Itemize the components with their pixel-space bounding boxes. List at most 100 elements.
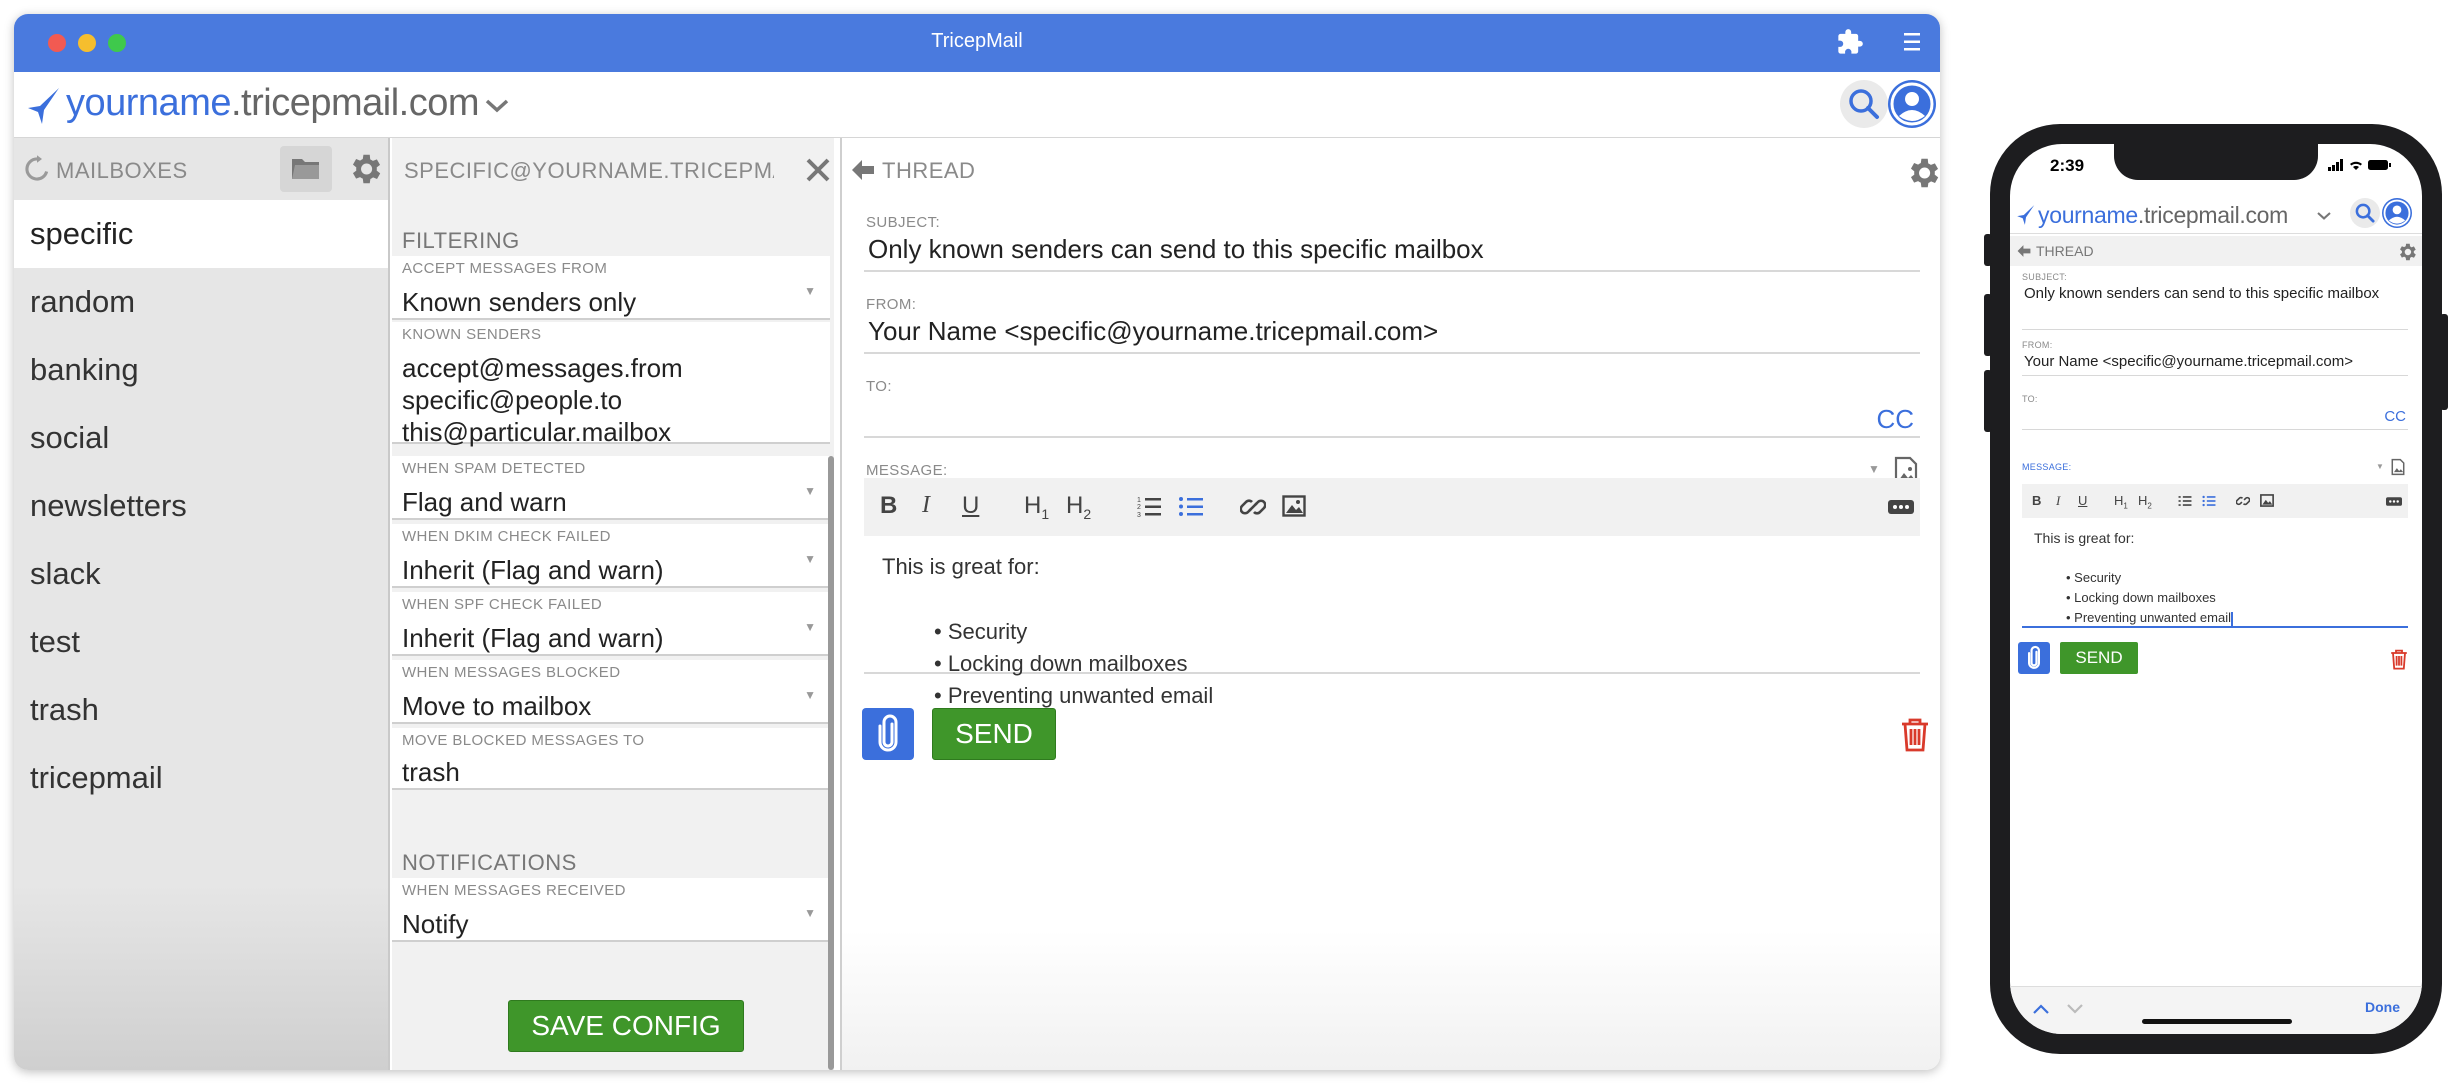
mailbox-item[interactable]: test — [14, 608, 388, 676]
ordered-list-icon[interactable]: 123 — [1136, 494, 1162, 520]
app-window: TricepMail yourname.tricepmail.com MAILB… — [14, 14, 1940, 1070]
domain-user: yourname — [66, 82, 231, 124]
image-icon[interactable] — [2260, 494, 2274, 507]
dropdown-caret-icon[interactable]: ▼ — [2376, 462, 2384, 471]
subject-field[interactable]: SUBJECT: Only known senders can send to … — [864, 214, 1920, 272]
domain-selector[interactable]: yourname.tricepmail.com — [2038, 202, 2288, 229]
chevron-down-icon[interactable] — [2316, 210, 2332, 222]
domain-selector[interactable]: yourname.tricepmail.com — [66, 82, 479, 125]
editor-toolbar: B I U H1 H2 123 — [864, 478, 1920, 536]
heading2-button[interactable]: H2 — [1066, 492, 1091, 522]
dropdown-caret-icon: ▼ — [804, 906, 816, 920]
svg-text:2: 2 — [1137, 504, 1141, 511]
menu-icon[interactable] — [1900, 28, 1924, 61]
mailbox-item[interactable]: social — [14, 404, 388, 472]
to-field[interactable]: TO: CC — [864, 378, 1920, 438]
mailbox-item[interactable]: specific — [14, 200, 388, 268]
heading1-button[interactable]: H1 — [1024, 492, 1049, 522]
paperclip-icon — [878, 714, 898, 752]
heading1-button[interactable]: H1 — [2114, 493, 2128, 511]
puzzle-icon[interactable] — [1836, 28, 1864, 61]
thread-header: THREAD — [2036, 243, 2094, 259]
dropdown-caret-icon[interactable]: ▼ — [1868, 462, 1880, 476]
config-scrollbar[interactable] — [828, 456, 834, 1070]
signal-wifi-battery-icon — [2328, 159, 2391, 171]
mailbox-item[interactable]: random — [14, 268, 388, 336]
gear-icon[interactable] — [346, 150, 384, 188]
link-icon[interactable] — [1240, 494, 1266, 520]
mailbox-item[interactable]: slack — [14, 540, 388, 608]
more-icon[interactable] — [1888, 500, 1914, 514]
cc-link[interactable]: CC — [2384, 408, 2406, 425]
mailbox-item[interactable]: banking — [14, 336, 388, 404]
save-config-button[interactable]: SAVE CONFIG — [508, 1000, 744, 1052]
blocked-destination-field[interactable]: MOVE BLOCKED MESSAGES TO trash — [392, 728, 830, 790]
bullet-list-icon[interactable] — [2202, 494, 2216, 508]
cc-link[interactable]: CC — [1876, 404, 1914, 435]
trash-icon[interactable] — [1900, 716, 1930, 752]
dkim-action-select[interactable]: WHEN DKIM CHECK FAILED Inherit (Flag and… — [392, 524, 830, 588]
underline-button[interactable]: U — [2078, 493, 2087, 508]
mailbox-config-panel: SPECIFIC@YOURNAME.TRICEPMA FILTERING ACC… — [392, 138, 834, 1070]
bullet-list-icon[interactable] — [1178, 494, 1204, 520]
heading2-button[interactable]: H2 — [2138, 493, 2152, 511]
spam-action-select[interactable]: WHEN SPAM DETECTED Flag and warn ▼ — [392, 456, 830, 520]
back-arrow-icon[interactable] — [2016, 244, 2032, 258]
mailbox-item[interactable]: trash — [14, 676, 388, 744]
mailbox-item[interactable]: newsletters — [14, 472, 388, 540]
config-header: SPECIFIC@YOURNAME.TRICEPMA — [404, 158, 774, 183]
svg-text:1: 1 — [1137, 497, 1141, 504]
back-arrow-icon[interactable] — [850, 158, 876, 182]
chevron-down-icon[interactable] — [484, 96, 510, 121]
bold-button[interactable]: B — [880, 492, 897, 520]
dropdown-caret-icon: ▼ — [804, 284, 816, 298]
italic-button[interactable]: I — [922, 492, 930, 519]
search-button[interactable] — [1840, 80, 1888, 128]
image-icon[interactable] — [1282, 495, 1306, 517]
dropdown-caret-icon: ▼ — [804, 552, 816, 566]
blocked-action-select[interactable]: WHEN MESSAGES BLOCKED Move to mailbox ▼ — [392, 660, 830, 724]
ordered-list-icon[interactable] — [2178, 494, 2192, 508]
search-icon — [1849, 89, 1879, 119]
trash-icon[interactable] — [2390, 648, 2408, 670]
message-editor[interactable]: This is great for: • Security • Locking … — [2022, 518, 2408, 628]
close-icon[interactable] — [804, 156, 832, 184]
italic-button[interactable]: I — [2056, 493, 2060, 509]
list-item: • Locking down mailboxes — [934, 651, 1188, 676]
underline-button[interactable]: U — [962, 492, 979, 520]
bold-button[interactable]: B — [2032, 493, 2041, 508]
from-field[interactable]: FROM: Your Name <specific@yourname.trice… — [2022, 340, 2408, 376]
send-button[interactable]: SEND — [2060, 642, 2138, 674]
more-icon[interactable] — [2386, 497, 2402, 506]
search-button[interactable] — [2350, 198, 2380, 228]
send-button[interactable]: SEND — [932, 708, 1056, 760]
insert-image-icon[interactable] — [2390, 458, 2406, 476]
avatar[interactable] — [1888, 80, 1936, 128]
link-icon[interactable] — [2236, 494, 2250, 508]
subject-field[interactable]: SUBJECT: Only known senders can send to … — [2022, 272, 2408, 330]
gear-icon[interactable] — [2396, 241, 2418, 263]
notify-select[interactable]: WHEN MESSAGES RECEIVED Notify ▼ — [392, 878, 830, 942]
to-field[interactable]: TO: CC — [2022, 394, 2408, 430]
list-item: • Locking down mailboxes — [2066, 590, 2216, 605]
spf-action-select[interactable]: WHEN SPF CHECK FAILED Inherit (Flag and … — [392, 592, 830, 656]
mailbox-item[interactable]: tricepmail — [14, 744, 388, 812]
attach-button[interactable] — [862, 708, 914, 760]
done-button[interactable]: Done — [2365, 999, 2400, 1015]
message-editor[interactable]: This is great for: • Security • Locking … — [864, 536, 1920, 708]
known-senders-field[interactable]: KNOWN SENDERS accept@messages.from speci… — [392, 322, 830, 447]
refresh-icon[interactable] — [22, 154, 52, 184]
accept-from-select[interactable]: ACCEPT MESSAGES FROM Known senders only … — [392, 256, 830, 320]
new-folder-button[interactable] — [280, 146, 332, 192]
avatar[interactable] — [2382, 198, 2412, 228]
notifications-section-label: NOTIFICATIONS — [402, 850, 577, 875]
attach-button[interactable] — [2018, 642, 2050, 674]
dropdown-caret-icon: ▼ — [804, 620, 816, 634]
gear-icon[interactable] — [1904, 154, 1940, 192]
chevron-up-icon[interactable] — [2032, 1003, 2050, 1015]
phone-mockup: 2:39 yourname.tricepmail.com THREAD SUBJ… — [1984, 124, 2448, 1054]
thread-panel: THREAD SUBJECT: Only known senders can s… — [840, 138, 1940, 1070]
chevron-down-icon[interactable] — [2066, 1003, 2084, 1015]
from-field[interactable]: FROM: Your Name <specific@yourname.trice… — [864, 296, 1920, 354]
thread-header: THREAD — [882, 158, 976, 183]
